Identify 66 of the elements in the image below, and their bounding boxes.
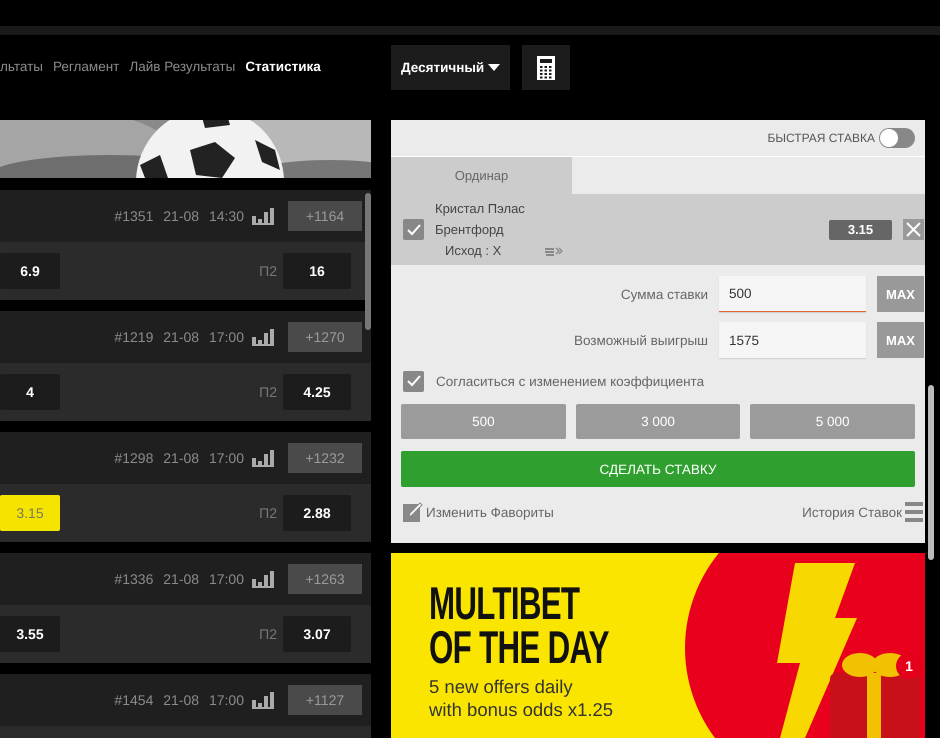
odds-button[interactable]: 6.9 [0,253,60,289]
odds-button[interactable]: 3.15 [0,495,60,531]
quick-bet-label: БЫСТРАЯ СТАВКА [767,131,875,145]
bet-history-link[interactable]: История Ставок [802,502,923,522]
calculator-button[interactable] [522,45,570,90]
outcome-text: Исход : X [445,242,502,260]
nav-link[interactable]: льтаты [0,59,43,74]
match-info: #1219 21-08 17:00 [114,329,244,345]
bar-chart-icon[interactable] [252,692,274,708]
odds-button[interactable]: 4 [0,374,60,410]
odds-button[interactable]: 4.25 [283,374,351,410]
accept-label: Согласиться с изменением коэффициента [436,374,704,388]
odds-button[interactable]: 2.88 [283,495,351,531]
match-info: #1454 21-08 17:00 [114,692,244,708]
bet-type-tab[interactable]: Ординар [391,157,572,194]
odds-button[interactable]: 3.55 [0,616,60,652]
nav-link[interactable]: Статистика [245,59,321,74]
promo-subtitle: with bonus odds x1.25 [429,698,614,721]
match-info: #1336 21-08 17:00 [114,571,244,587]
bar-chart-icon[interactable] [252,450,274,466]
more-markets-button[interactable]: +1127 [288,685,362,715]
close-icon [906,222,921,237]
selection-odds: 3.15 [829,220,892,240]
promo-title: MULTIBET [429,581,581,625]
remove-button[interactable] [903,219,924,240]
promo-banner[interactable]: MULTIBET OF THE DAY 5 new offers daily with bonus odds x1.25 1 [391,553,925,738]
more-markets-button[interactable]: +1270 [288,322,362,352]
check-icon [406,224,420,236]
stake-label: Сумма ставки [620,286,708,302]
scrollbar[interactable] [928,385,934,560]
nav-link[interactable]: Лайв Результаты [129,59,236,74]
payout-label: Возможный выигрыш [572,332,708,348]
odds-format-dropdown[interactable]: Десятичный [391,45,510,90]
outcome-label: П2 [259,505,277,521]
more-markets-button[interactable]: +1232 [288,443,362,473]
place-bet-button[interactable]: СДЕЛАТЬ СТАВКУ [401,451,915,487]
more-markets-button[interactable]: +1263 [288,564,362,594]
payout-field[interactable]: 1575 [719,322,866,358]
accept-checkbox[interactable] [403,370,424,392]
bar-chart-icon[interactable] [252,208,274,224]
outcome-label: П2 [259,626,277,642]
nav-link[interactable]: Регламент [53,59,120,74]
promo-subtitle: 5 new offers daily [429,675,574,698]
bar-chart-icon[interactable] [252,570,274,588]
scrollbar[interactable] [365,193,371,330]
arrows-icon [545,246,563,256]
odds-button[interactable]: 3.07 [283,616,351,652]
check-icon [406,375,420,387]
edit-favorites-link[interactable]: Изменить Фавориты [403,502,554,522]
team-name: Брентфорд [435,221,505,239]
outcome-label: П2 [259,384,277,400]
outcome-label: П2 [259,263,277,279]
promo-title: OF THE DAY [429,625,609,669]
caret-icon [488,64,500,71]
more-markets-button[interactable]: +1164 [288,201,362,231]
bar-chart-icon[interactable] [252,328,274,346]
match-info: #1351 21-08 14:30 [114,208,244,224]
pencil-icon [403,502,423,522]
calculator-icon [537,56,556,80]
team-name: Кристал Пэлас [435,200,526,218]
quick-bet-toggle[interactable] [879,128,915,148]
stake-field[interactable]: 500 [719,276,866,312]
odds-button[interactable]: 16 [283,253,351,289]
menu-icon [905,502,923,522]
match-info: #1298 21-08 17:00 [114,450,244,466]
selection-checkbox[interactable] [403,219,424,240]
